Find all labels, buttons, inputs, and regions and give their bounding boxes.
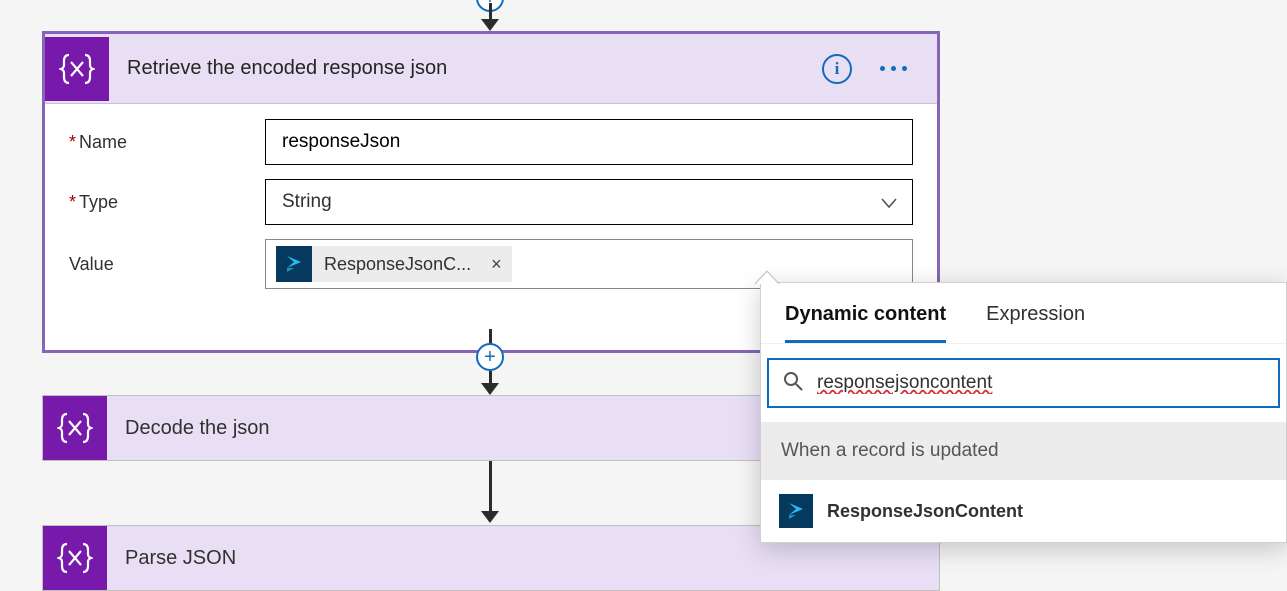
chevron-down-icon bbox=[880, 194, 898, 218]
type-label: *Type bbox=[69, 192, 265, 213]
dynamics-icon bbox=[276, 246, 312, 282]
variable-icon bbox=[43, 396, 107, 460]
name-label: *Name bbox=[69, 132, 265, 153]
more-menu-button[interactable] bbox=[880, 66, 907, 71]
type-select[interactable]: String bbox=[265, 179, 913, 225]
tab-dynamic-content[interactable]: Dynamic content bbox=[785, 303, 946, 343]
arrow-head-icon bbox=[481, 19, 499, 31]
tab-expression[interactable]: Expression bbox=[986, 303, 1085, 343]
dynamic-content-item-label: ResponseJsonContent bbox=[827, 501, 1023, 522]
card-title: Decode the json bbox=[107, 417, 270, 440]
arrow-head-icon bbox=[481, 511, 499, 523]
add-step-button-middle[interactable]: + bbox=[476, 343, 504, 371]
connector-line bbox=[489, 461, 492, 511]
token-label: ResponseJsonC... bbox=[312, 254, 481, 275]
variable-icon bbox=[43, 526, 107, 590]
search-icon bbox=[783, 371, 803, 396]
value-label: Value bbox=[69, 254, 265, 275]
connector-line bbox=[489, 371, 492, 383]
remove-token-button[interactable]: × bbox=[481, 254, 512, 275]
dynamic-content-popup: Dynamic content Expression When a record… bbox=[760, 282, 1287, 543]
info-icon[interactable]: i bbox=[822, 54, 852, 84]
variable-icon bbox=[45, 37, 109, 101]
card-title: Retrieve the encoded response json bbox=[109, 57, 822, 80]
dynamic-content-item[interactable]: ResponseJsonContent bbox=[761, 480, 1286, 542]
search-input[interactable] bbox=[817, 372, 1264, 394]
popup-section-header: When a record is updated bbox=[761, 422, 1286, 480]
connector-line bbox=[489, 3, 492, 19]
card-header[interactable]: Retrieve the encoded response json i bbox=[45, 34, 937, 104]
dynamic-content-search[interactable] bbox=[767, 358, 1280, 408]
card-title: Parse JSON bbox=[107, 547, 236, 570]
dynamic-token[interactable]: ResponseJsonC... × bbox=[276, 246, 512, 282]
dynamics-icon bbox=[779, 494, 813, 528]
arrow-head-icon bbox=[481, 383, 499, 395]
name-input[interactable] bbox=[265, 119, 913, 165]
